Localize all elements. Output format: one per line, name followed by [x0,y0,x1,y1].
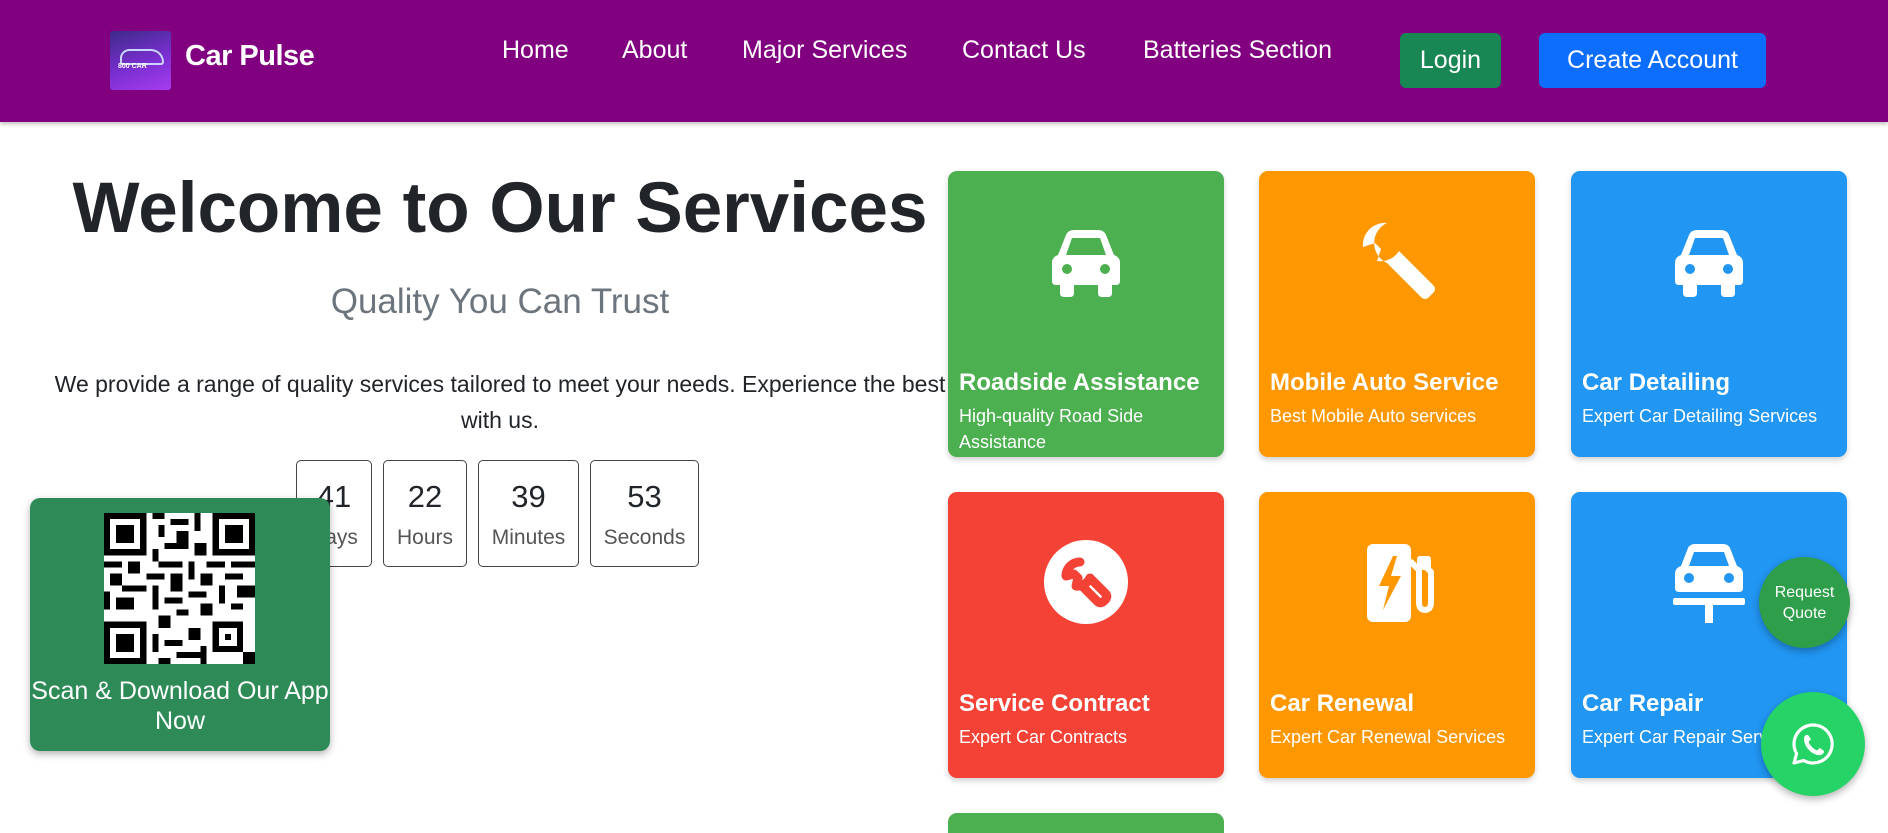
car-lift-icon [1673,544,1745,623]
nav-link-about[interactable]: About [622,36,687,65]
brand-logo[interactable]: 800 CAR [110,31,171,90]
service-card-roadside-assistance[interactable]: Roadside Assistance High-quality Road Si… [948,171,1224,457]
service-card-mobile-auto-service[interactable]: Mobile Auto Service Best Mobile Auto ser… [1259,171,1535,457]
qr-download-text: Scan & Download Our App Now [31,677,329,735]
service-card-description: Expert Car Contracts [959,727,1128,747]
nav-link-batteries-section[interactable]: Batteries Section [1143,36,1332,65]
countdown-seconds: 53 Seconds [590,460,699,567]
service-card-description: Expert Car Renewal Services [1270,727,1506,747]
service-card-title: Mobile Auto Service [1270,369,1499,396]
service-card-title: Car Repair [1582,690,1704,717]
whatsapp-icon [1792,723,1834,765]
hero-description: We provide a range of quality services t… [54,371,946,433]
service-card-partial[interactable] [948,813,1224,833]
service-card-title: Car Detailing [1582,369,1731,396]
logo-text: 800 CAR [118,63,147,70]
wrench-circle-icon [1044,540,1128,624]
service-card-description: High-quality Road Side Assistance [959,406,1144,452]
service-card-description: Expert Car Detailing Services [1582,406,1818,426]
countdown-minutes-label: Minutes [491,526,566,549]
whatsapp-button[interactable] [1761,692,1865,796]
qr-download-panel[interactable]: Scan & Download Our App Now [30,498,330,751]
countdown-hours-value: 22 [407,479,443,514]
nav-link-major-services[interactable]: Major Services [742,36,907,65]
hero-subtitle: Quality You Can Trust [330,282,670,321]
service-card-title: Service Contract [959,690,1150,717]
wrench-icon [1362,222,1435,299]
service-card-description: Best Mobile Auto services [1270,406,1477,426]
navbar: 800 CAR Car Pulse Home About Major Servi… [0,0,1888,122]
car-icon [1052,230,1120,297]
countdown-hours-label: Hours [396,526,454,549]
service-card-title: Roadside Assistance [959,369,1200,396]
qr-code-icon [104,513,255,664]
countdown-seconds-value: 53 [627,479,662,514]
car-icon [1675,230,1743,297]
nav-link-home[interactable]: Home [502,36,569,65]
hero-title: Welcome to Our Services [72,169,928,248]
countdown-seconds-label: Seconds [603,526,686,549]
charging-station-icon [1367,544,1434,622]
create-account-button[interactable]: Create Account [1539,33,1766,88]
countdown-hours: 22 Hours [383,460,467,567]
service-card-car-detailing[interactable]: Car Detailing Expert Car Detailing Servi… [1571,171,1847,457]
service-card-car-renewal[interactable]: Car Renewal Expert Car Renewal Services [1259,492,1535,778]
countdown-minutes-value: 39 [511,479,546,514]
service-card-service-contract[interactable]: Service Contract Expert Car Contracts [948,492,1224,778]
countdown-minutes: 39 Minutes [478,460,579,567]
brand-name[interactable]: Car Pulse [185,40,315,73]
login-button[interactable]: Login [1400,33,1501,88]
service-card-title: Car Renewal [1270,690,1415,717]
nav-link-contact-us[interactable]: Contact Us [962,36,1086,65]
request-quote-button[interactable]: Request Quote [1759,557,1850,648]
